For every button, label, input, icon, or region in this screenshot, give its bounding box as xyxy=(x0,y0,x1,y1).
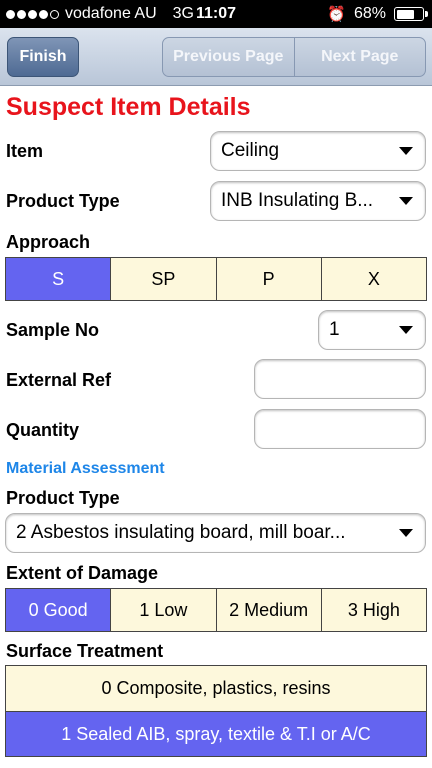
page-navigation: Previous Page Next Page xyxy=(162,37,426,77)
next-page-button[interactable]: Next Page xyxy=(293,38,426,76)
material-product-type-select[interactable]: 2 Asbestos insulating board, mill boar..… xyxy=(5,513,426,553)
damage-option-medium[interactable]: 2 Medium xyxy=(215,589,321,631)
external-ref-input[interactable] xyxy=(254,359,426,399)
product-type-label: Product Type xyxy=(6,191,120,211)
extent-of-damage-segmented-control: 0 Good 1 Low 2 Medium 3 High xyxy=(5,588,427,632)
sample-no-select[interactable]: 1 xyxy=(318,310,426,350)
carrier-name: vodafone AU xyxy=(65,5,157,22)
damage-option-good[interactable]: 0 Good xyxy=(6,589,111,631)
material-product-type-label: Product Type xyxy=(6,488,120,508)
item-value: Ceiling xyxy=(221,140,280,161)
battery-percent: 68% xyxy=(353,5,386,22)
approach-option-x[interactable]: X xyxy=(320,258,426,300)
finish-button[interactable]: Finish xyxy=(7,37,79,77)
previous-page-button[interactable]: Previous Page xyxy=(163,38,294,76)
chevron-down-icon xyxy=(399,197,413,205)
signal-strength-icon xyxy=(6,9,59,19)
external-ref-label: External Ref xyxy=(6,370,112,390)
approach-label: Approach xyxy=(6,232,91,252)
chevron-down-icon xyxy=(399,326,413,334)
alarm-clock-icon: ⏰ xyxy=(327,6,346,23)
sample-no-label: Sample No xyxy=(6,320,100,340)
material-product-type-value: 2 Asbestos insulating board, mill boar..… xyxy=(16,522,346,543)
surface-option-sealed-aib[interactable]: 1 Sealed AIB, spray, textile & T.I or A/… xyxy=(6,711,426,756)
approach-option-sp[interactable]: SP xyxy=(110,258,215,300)
item-select[interactable]: Ceiling xyxy=(210,131,426,171)
status-right: ⏰ 68% xyxy=(327,5,428,23)
sample-no-value: 1 xyxy=(329,319,340,340)
chevron-down-icon xyxy=(399,147,413,155)
product-type-select[interactable]: INB Insulating B... xyxy=(210,181,426,221)
page-title: Suspect Item Details xyxy=(6,93,251,121)
chevron-down-icon xyxy=(399,529,413,537)
surface-treatment-options: 0 Composite, plastics, resins 1 Sealed A… xyxy=(5,665,427,757)
status-left: vodafone AU 3G xyxy=(6,5,194,23)
approach-segmented-control: S SP P X xyxy=(5,257,427,301)
battery-icon xyxy=(394,7,428,21)
product-type-value: INB Insulating B... xyxy=(221,190,374,211)
extent-of-damage-label: Extent of Damage xyxy=(6,563,159,583)
status-bar: vodafone AU 3G 11:07 ⏰ 68% xyxy=(0,0,432,28)
quantity-input[interactable] xyxy=(254,409,426,449)
damage-option-low[interactable]: 1 Low xyxy=(110,589,215,631)
damage-option-high[interactable]: 3 High xyxy=(320,589,426,631)
surface-option-composite[interactable]: 0 Composite, plastics, resins xyxy=(6,666,426,711)
surface-treatment-label: Surface Treatment xyxy=(6,641,164,661)
quantity-label: Quantity xyxy=(6,420,80,440)
network-type: 3G xyxy=(172,5,194,22)
navigation-toolbar: Finish Previous Page Next Page xyxy=(0,28,432,86)
material-assessment-heading: Material Assessment xyxy=(6,460,165,477)
approach-option-s[interactable]: S xyxy=(6,258,111,300)
approach-option-p[interactable]: P xyxy=(215,258,321,300)
item-label: Item xyxy=(6,141,44,161)
